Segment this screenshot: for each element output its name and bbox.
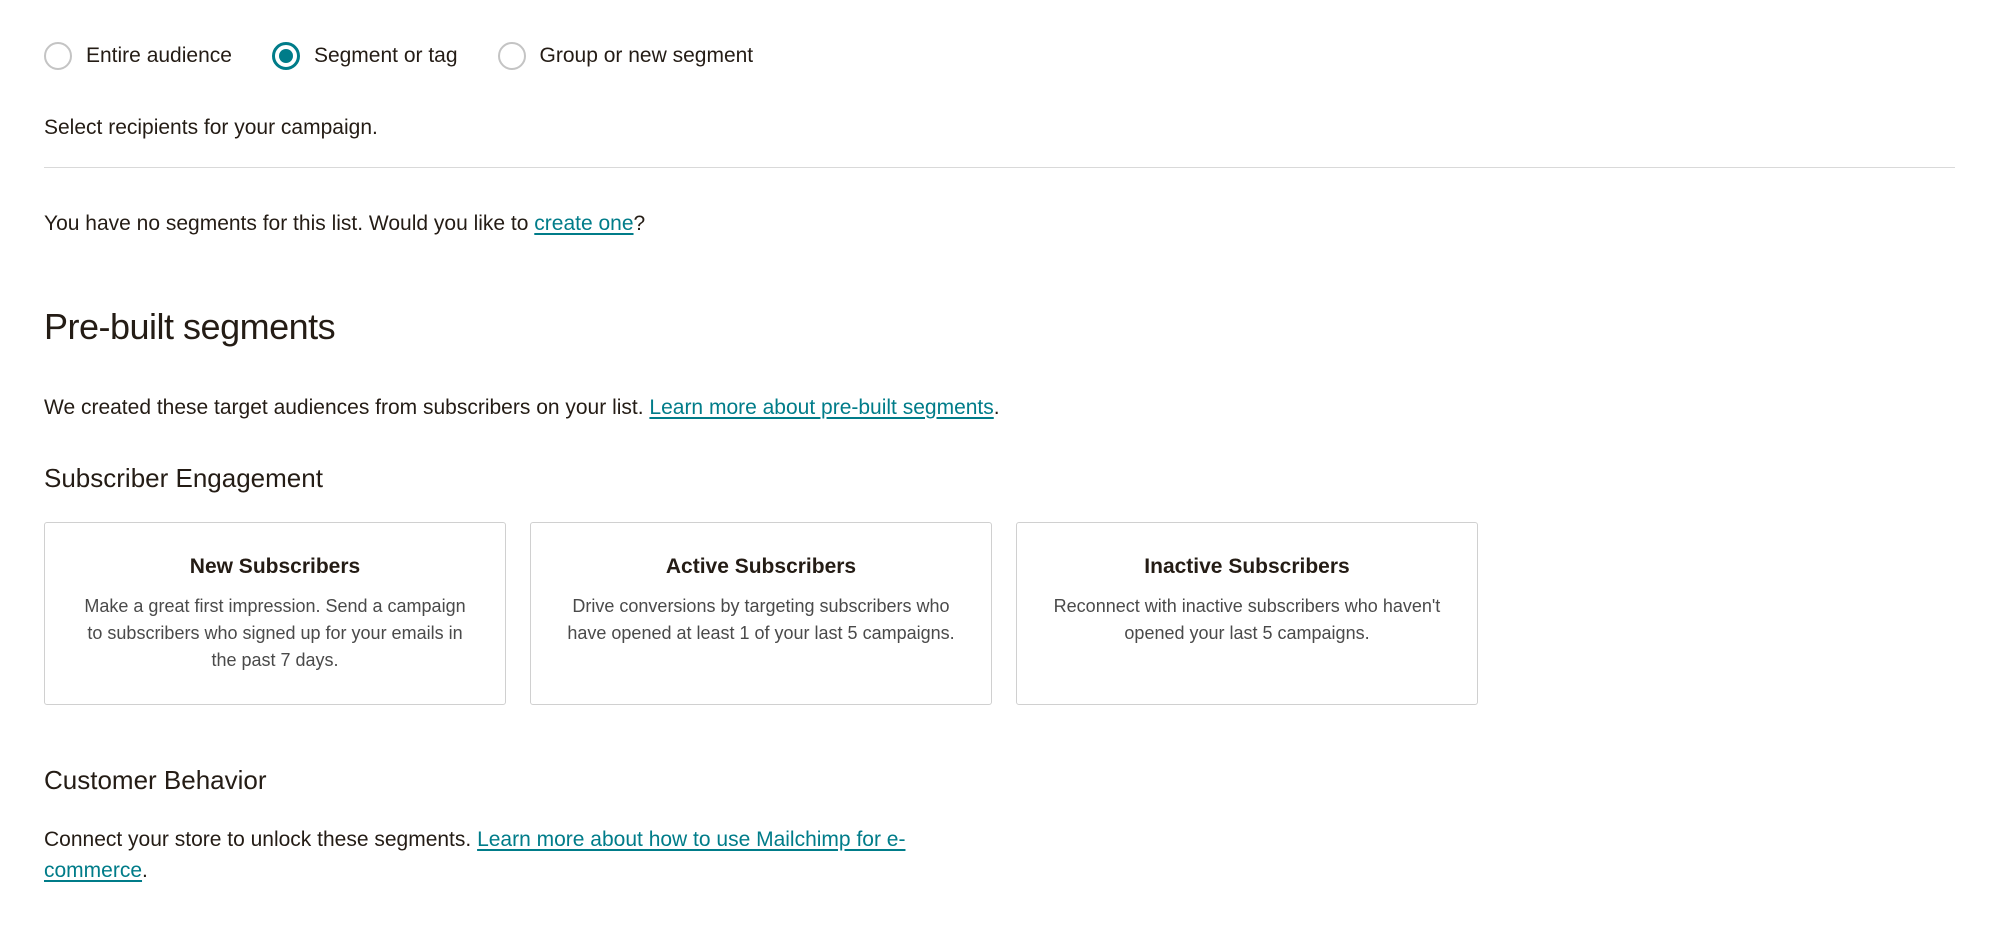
card-desc: Drive conversions by targeting subscribe… <box>563 593 959 647</box>
learn-more-prebuilt-link[interactable]: Learn more about pre-built segments <box>649 396 993 419</box>
behavior-desc-prefix: Connect your store to unlock these segme… <box>44 828 477 851</box>
radio-label-group: Group or new segment <box>540 40 754 72</box>
prebuilt-segments-title: Pre-built segments <box>44 300 1955 354</box>
audience-radio-group: Entire audience Segment or tag Group or … <box>44 40 1955 72</box>
radio-inner-dot-icon <box>279 49 293 63</box>
radio-circle-selected-icon <box>272 42 300 70</box>
segment-card-new-subscribers[interactable]: New Subscribers Make a great first impre… <box>44 522 506 705</box>
customer-behavior-title: Customer Behavior <box>44 761 1955 800</box>
card-title: Inactive Subscribers <box>1049 551 1445 583</box>
select-recipients-helper: Select recipients for your campaign. <box>44 112 1955 144</box>
no-segments-message: You have no segments for this list. Woul… <box>44 208 1955 240</box>
card-desc: Make a great first impression. Send a ca… <box>77 593 473 674</box>
behavior-desc-suffix: . <box>142 859 148 882</box>
divider <box>44 167 1955 168</box>
card-desc: Reconnect with inactive subscribers who … <box>1049 593 1445 647</box>
radio-group-or-new-segment[interactable]: Group or new segment <box>498 40 754 72</box>
create-one-link[interactable]: create one <box>534 212 633 235</box>
radio-label-segment: Segment or tag <box>314 40 458 72</box>
radio-label-entire: Entire audience <box>86 40 232 72</box>
segment-card-active-subscribers[interactable]: Active Subscribers Drive conversions by … <box>530 522 992 705</box>
card-title: New Subscribers <box>77 551 473 583</box>
radio-circle-icon <box>44 42 72 70</box>
engagement-cards-row: New Subscribers Make a great first impre… <box>44 522 1955 705</box>
radio-circle-icon <box>498 42 526 70</box>
card-title: Active Subscribers <box>563 551 959 583</box>
radio-segment-or-tag[interactable]: Segment or tag <box>272 40 458 72</box>
subscriber-engagement-title: Subscriber Engagement <box>44 459 1955 498</box>
radio-entire-audience[interactable]: Entire audience <box>44 40 232 72</box>
no-segments-prefix: You have no segments for this list. Woul… <box>44 212 534 235</box>
prebuilt-segments-desc: We created these target audiences from s… <box>44 392 1955 424</box>
prebuilt-desc-suffix: . <box>994 396 1000 419</box>
segment-card-inactive-subscribers[interactable]: Inactive Subscribers Reconnect with inac… <box>1016 522 1478 705</box>
no-segments-suffix: ? <box>634 212 646 235</box>
customer-behavior-desc: Connect your store to unlock these segme… <box>44 824 944 887</box>
prebuilt-desc-prefix: We created these target audiences from s… <box>44 396 649 419</box>
